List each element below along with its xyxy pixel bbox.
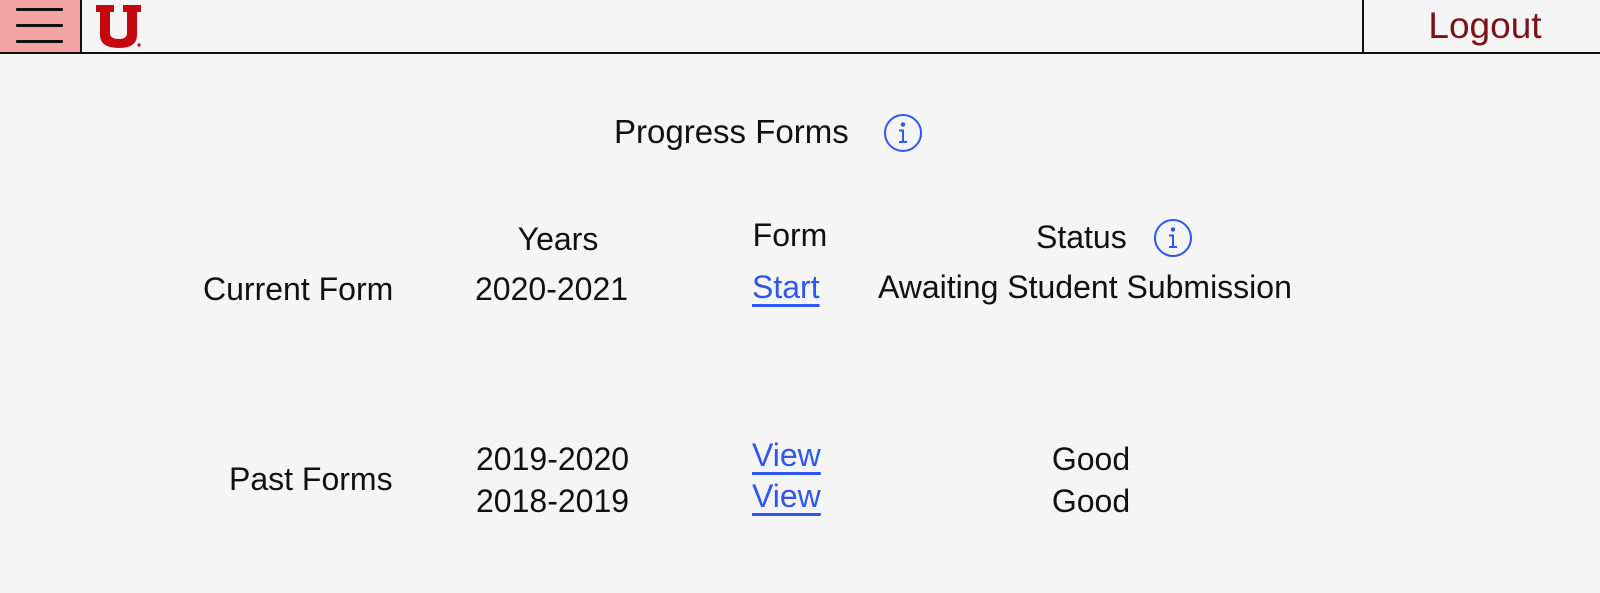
past-form-years: 2018-2019 bbox=[476, 483, 630, 519]
past-forms-label: Past Forms bbox=[229, 461, 393, 497]
top-bar: Logout bbox=[0, 0, 1600, 54]
start-form-link[interactable]: Start bbox=[752, 268, 820, 306]
menu-bar-line bbox=[16, 40, 63, 43]
view-form-link[interactable]: View bbox=[752, 477, 821, 515]
column-header-form: Form bbox=[752, 217, 828, 253]
past-form-status: Good bbox=[1051, 483, 1131, 519]
column-header-status: Status bbox=[1036, 219, 1127, 255]
past-form-status: Good bbox=[1051, 441, 1131, 477]
university-u-logo[interactable] bbox=[96, 3, 142, 49]
status-info-icon[interactable] bbox=[1153, 218, 1193, 258]
current-form-label: Current Form bbox=[203, 271, 394, 307]
view-form-link[interactable]: View bbox=[752, 436, 821, 474]
column-header-years: Years bbox=[517, 221, 599, 257]
info-icon[interactable] bbox=[883, 113, 923, 153]
hamburger-menu-icon[interactable] bbox=[0, 0, 82, 52]
current-form-status: Awaiting Student Submission bbox=[878, 269, 1292, 305]
current-form-years: 2020-2021 bbox=[475, 271, 629, 307]
logout-button[interactable]: Logout bbox=[1364, 0, 1600, 52]
menu-bar-line bbox=[16, 8, 63, 11]
past-form-years: 2019-2020 bbox=[476, 441, 630, 477]
page-title: Progress Forms bbox=[614, 113, 849, 150]
menu-bar-line bbox=[16, 24, 63, 27]
